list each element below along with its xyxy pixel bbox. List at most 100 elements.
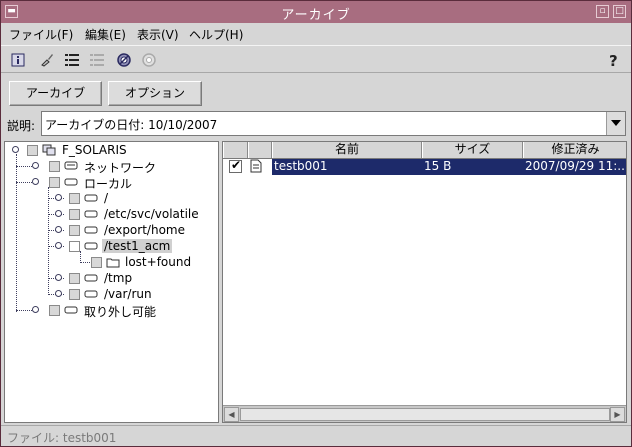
row-checkbox[interactable] xyxy=(229,158,242,173)
tree-label: /tmp xyxy=(104,271,133,285)
tree-node-fs[interactable]: /etc/svc/volatile xyxy=(5,206,215,222)
status-bar: ファイル: testb001 xyxy=(1,425,631,446)
expander-icon[interactable] xyxy=(12,146,19,153)
node-checkbox[interactable] xyxy=(69,273,80,284)
folder-icon xyxy=(106,256,120,268)
node-checkbox[interactable] xyxy=(69,241,80,252)
minimize-icon[interactable]: ▫ xyxy=(596,5,609,18)
description-value[interactable]: アーカイブの日付: 10/10/2007 xyxy=(45,116,217,133)
disc-disabled-icon xyxy=(140,51,158,69)
tree-node-fs-selected[interactable]: /test1_acm xyxy=(5,238,215,254)
expander-icon[interactable] xyxy=(55,194,62,201)
menu-view[interactable]: 表示(V) xyxy=(137,26,179,43)
menu-edit[interactable]: 編集(E) xyxy=(85,26,126,43)
document-icon xyxy=(250,159,262,173)
table-row[interactable]: testb001 15 B 2007/09/29 11:... xyxy=(223,159,626,175)
header-name[interactable]: 名前 xyxy=(272,142,422,158)
title-bar[interactable]: ▬ アーカイブ ▫ □ xyxy=(1,1,631,23)
expander-icon[interactable] xyxy=(32,178,39,185)
menu-file[interactable]: ファイル(F) xyxy=(9,26,73,43)
drive-icon xyxy=(64,304,78,316)
tree-panel: F_SOLARIS ネットワーク ローカル / /etc/svc/volatil… xyxy=(4,141,219,423)
cell-size[interactable]: 15 B xyxy=(422,159,523,175)
drive-icon xyxy=(64,176,78,188)
tree-node-fs[interactable]: /export/home xyxy=(5,222,215,238)
cell-modified[interactable]: 2007/09/29 11:... xyxy=(523,159,626,175)
expander-icon[interactable] xyxy=(55,274,62,281)
tree-node-folder[interactable]: lost+found xyxy=(5,254,215,270)
node-checkbox[interactable] xyxy=(69,289,80,300)
drive-icon xyxy=(84,272,98,284)
status-text: ファイル: testb001 xyxy=(7,431,117,445)
combo-dropdown-icon[interactable] xyxy=(606,112,625,135)
expander-icon[interactable] xyxy=(55,242,62,249)
network-icon xyxy=(64,160,78,172)
drive-icon xyxy=(84,224,98,236)
file-icon-cell xyxy=(248,159,272,175)
drive-icon xyxy=(84,192,98,204)
cell-name[interactable]: testb001 xyxy=(272,159,422,175)
tree-label: / xyxy=(104,191,109,205)
tree-guide xyxy=(80,262,90,263)
drive-icon xyxy=(84,288,98,300)
expander-icon[interactable] xyxy=(32,162,39,169)
tree-guide xyxy=(16,310,32,311)
ring-icon[interactable] xyxy=(115,51,133,69)
horizontal-scrollbar[interactable]: ◀ ▶ xyxy=(223,405,626,422)
file-table: 名前 サイズ 修正済み testb001 15 B 2007/09/29 11:… xyxy=(222,141,627,423)
expander-icon[interactable] xyxy=(55,226,62,233)
tree-node-local[interactable]: ローカル xyxy=(5,174,215,191)
svg-text:?: ? xyxy=(609,52,618,69)
expander-icon[interactable] xyxy=(32,306,39,313)
archive-window: ▬ アーカイブ ▫ □ ファイル(F) 編集(E) 表示(V) ヘルプ(H) ?… xyxy=(0,0,632,447)
node-checkbox[interactable] xyxy=(69,225,80,236)
tree-node-root[interactable]: F_SOLARIS xyxy=(5,142,215,158)
computer-icon xyxy=(42,144,56,156)
tree-label: /test1_acm xyxy=(102,239,173,253)
tree-label: lost+found xyxy=(125,255,192,269)
options-button[interactable]: オプション xyxy=(108,81,202,106)
description-label: 説明: xyxy=(7,119,36,133)
tree-guide xyxy=(16,166,32,167)
header-icon-column[interactable] xyxy=(248,142,272,158)
description-combo[interactable]: アーカイブの日付: 10/10/2007 xyxy=(41,111,626,136)
node-checkbox[interactable] xyxy=(91,257,102,268)
info-icon[interactable] xyxy=(9,51,27,69)
scroll-right-icon[interactable]: ▶ xyxy=(610,407,625,422)
toolbar: ? xyxy=(1,45,631,73)
node-checkbox[interactable] xyxy=(49,177,60,188)
tree-label: /var/run xyxy=(104,287,152,301)
scroll-thumb[interactable] xyxy=(240,408,610,421)
node-checkbox[interactable] xyxy=(69,193,80,204)
header-size[interactable]: サイズ xyxy=(422,142,523,158)
tree-node-network[interactable]: ネットワーク xyxy=(5,158,215,175)
tree-label: 取り外し可能 xyxy=(84,305,157,319)
archive-button[interactable]: アーカイブ xyxy=(9,81,102,106)
tree-node-fs[interactable]: /tmp xyxy=(5,270,215,286)
tree-label: F_SOLARIS xyxy=(62,143,127,157)
tree-node-fs[interactable]: / xyxy=(5,190,215,206)
help-icon[interactable]: ? xyxy=(605,51,623,70)
menu-help[interactable]: ヘルプ(H) xyxy=(189,26,243,43)
drive-icon xyxy=(84,208,98,220)
expander-icon[interactable] xyxy=(55,210,62,217)
scroll-left-icon[interactable]: ◀ xyxy=(224,407,239,422)
drive-icon xyxy=(84,240,98,252)
tree-node-removable[interactable]: 取り外し可能 xyxy=(5,302,215,319)
node-checkbox[interactable] xyxy=(27,145,38,156)
tree-label: /etc/svc/volatile xyxy=(104,207,199,221)
node-checkbox[interactable] xyxy=(49,161,60,172)
table-header: 名前 サイズ 修正済み xyxy=(223,142,626,159)
header-check-column[interactable] xyxy=(223,142,248,158)
menubar: ファイル(F) 編集(E) 表示(V) ヘルプ(H) xyxy=(1,23,631,43)
node-checkbox[interactable] xyxy=(69,209,80,220)
window-title: アーカイブ xyxy=(281,8,351,23)
header-modified[interactable]: 修正済み xyxy=(523,142,626,158)
list-icon[interactable] xyxy=(63,51,81,69)
expander-icon[interactable] xyxy=(55,290,62,297)
maximize-icon[interactable]: □ xyxy=(613,5,626,18)
tree-node-fs[interactable]: /var/run xyxy=(5,286,215,302)
brush-icon[interactable] xyxy=(38,51,56,69)
tree-label: /export/home xyxy=(104,223,185,237)
node-checkbox[interactable] xyxy=(49,305,60,316)
